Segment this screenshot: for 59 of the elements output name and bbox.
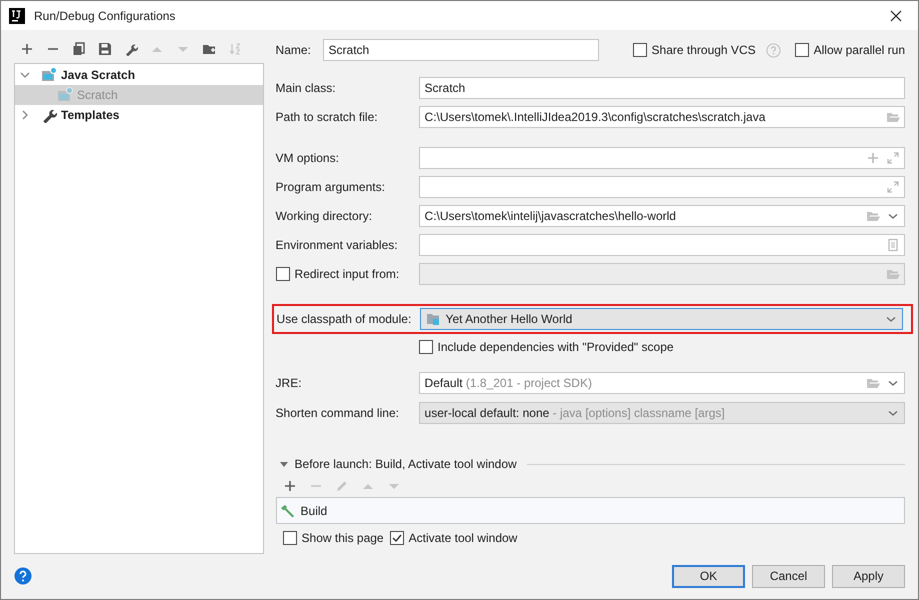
dropdown[interactable]: C:\Users\tomek\intelij\javascratches\hello-world xyxy=(418,205,905,227)
text-field[interactable] xyxy=(418,234,905,256)
field-label: Path to scratch file: xyxy=(276,110,379,124)
checkbox-label[interactable]: Show this page xyxy=(302,531,384,545)
wrench-icon[interactable] xyxy=(124,42,138,56)
task-item[interactable]: Build xyxy=(300,504,328,518)
text-field[interactable]: Scratch xyxy=(418,77,905,99)
tree-row[interactable]: Java Scratch xyxy=(15,65,263,85)
section-title[interactable]: Before launch: Build, Activate tool window xyxy=(294,457,517,471)
document-icon[interactable] xyxy=(886,238,900,252)
text-field[interactable] xyxy=(418,176,905,198)
text-field[interactable] xyxy=(418,147,905,169)
checkbox[interactable] xyxy=(418,340,433,354)
folder-icon[interactable] xyxy=(866,209,880,223)
copy-icon[interactable] xyxy=(72,42,86,56)
dialog-button[interactable]: Apply xyxy=(832,564,905,588)
field-label: Name: xyxy=(276,43,312,57)
field-label: Use classpath of module: xyxy=(276,312,412,326)
text-field[interactable]: C:\Users\tomek\.IntelliJIdea2019.3\config\scratches\scratch.java xyxy=(418,106,905,128)
expand-icon[interactable] xyxy=(886,151,900,165)
config-icon xyxy=(57,87,73,103)
field-label: Program arguments: xyxy=(276,180,386,194)
dropdown[interactable]: user-local default: none - java [options] classname [args] xyxy=(418,402,905,424)
checkbox-label[interactable]: Include dependencies with "Provided" scope xyxy=(438,340,674,354)
checkbox[interactable] xyxy=(390,531,404,545)
checkbox-label[interactable]: Allow parallel run xyxy=(814,43,905,57)
module-icon xyxy=(426,312,440,326)
config-icon xyxy=(41,67,57,83)
dialog-button[interactable]: Cancel xyxy=(752,564,825,588)
field-label: JRE: xyxy=(276,376,303,390)
expand-icon[interactable] xyxy=(886,180,900,194)
help-icon[interactable] xyxy=(14,567,32,585)
add-icon[interactable] xyxy=(20,42,34,56)
collapse-triangle-icon[interactable] xyxy=(278,459,289,469)
wrench-icon xyxy=(41,107,57,123)
close-icon[interactable] xyxy=(890,10,902,22)
field-label: Working directory: xyxy=(276,209,374,223)
dropdown[interactable]: Default (1.8_201 - project SDK) xyxy=(418,372,905,394)
add-icon[interactable] xyxy=(282,479,297,493)
tree-item-label: Scratch xyxy=(77,88,118,102)
tree-item-label: Templates xyxy=(61,108,120,122)
checkbox[interactable] xyxy=(794,43,809,57)
tree-item-label: Java Scratch xyxy=(61,68,136,82)
hammer-icon xyxy=(280,502,296,518)
folder-icon[interactable] xyxy=(886,110,900,124)
checkbox[interactable] xyxy=(282,531,297,545)
checkbox[interactable] xyxy=(632,43,647,57)
dropdown[interactable]: Yet Another Hello World xyxy=(420,308,903,330)
field-label: Shorten command line: xyxy=(276,406,400,420)
dialog-button[interactable]: OK xyxy=(672,564,745,588)
tree-row[interactable]: Templates xyxy=(15,105,263,125)
field-label: Environment variables: xyxy=(276,238,399,252)
field-label: VM options: xyxy=(276,151,340,165)
window-title: Run/Debug Configurations xyxy=(34,8,176,22)
checkbox-label[interactable]: Activate tool window xyxy=(408,531,518,545)
folder-icon[interactable] xyxy=(866,376,880,390)
name-field[interactable]: Scratch xyxy=(322,39,599,61)
field-label: Main class: xyxy=(276,81,337,95)
checkbox-label[interactable]: Share through VCS xyxy=(652,43,756,57)
